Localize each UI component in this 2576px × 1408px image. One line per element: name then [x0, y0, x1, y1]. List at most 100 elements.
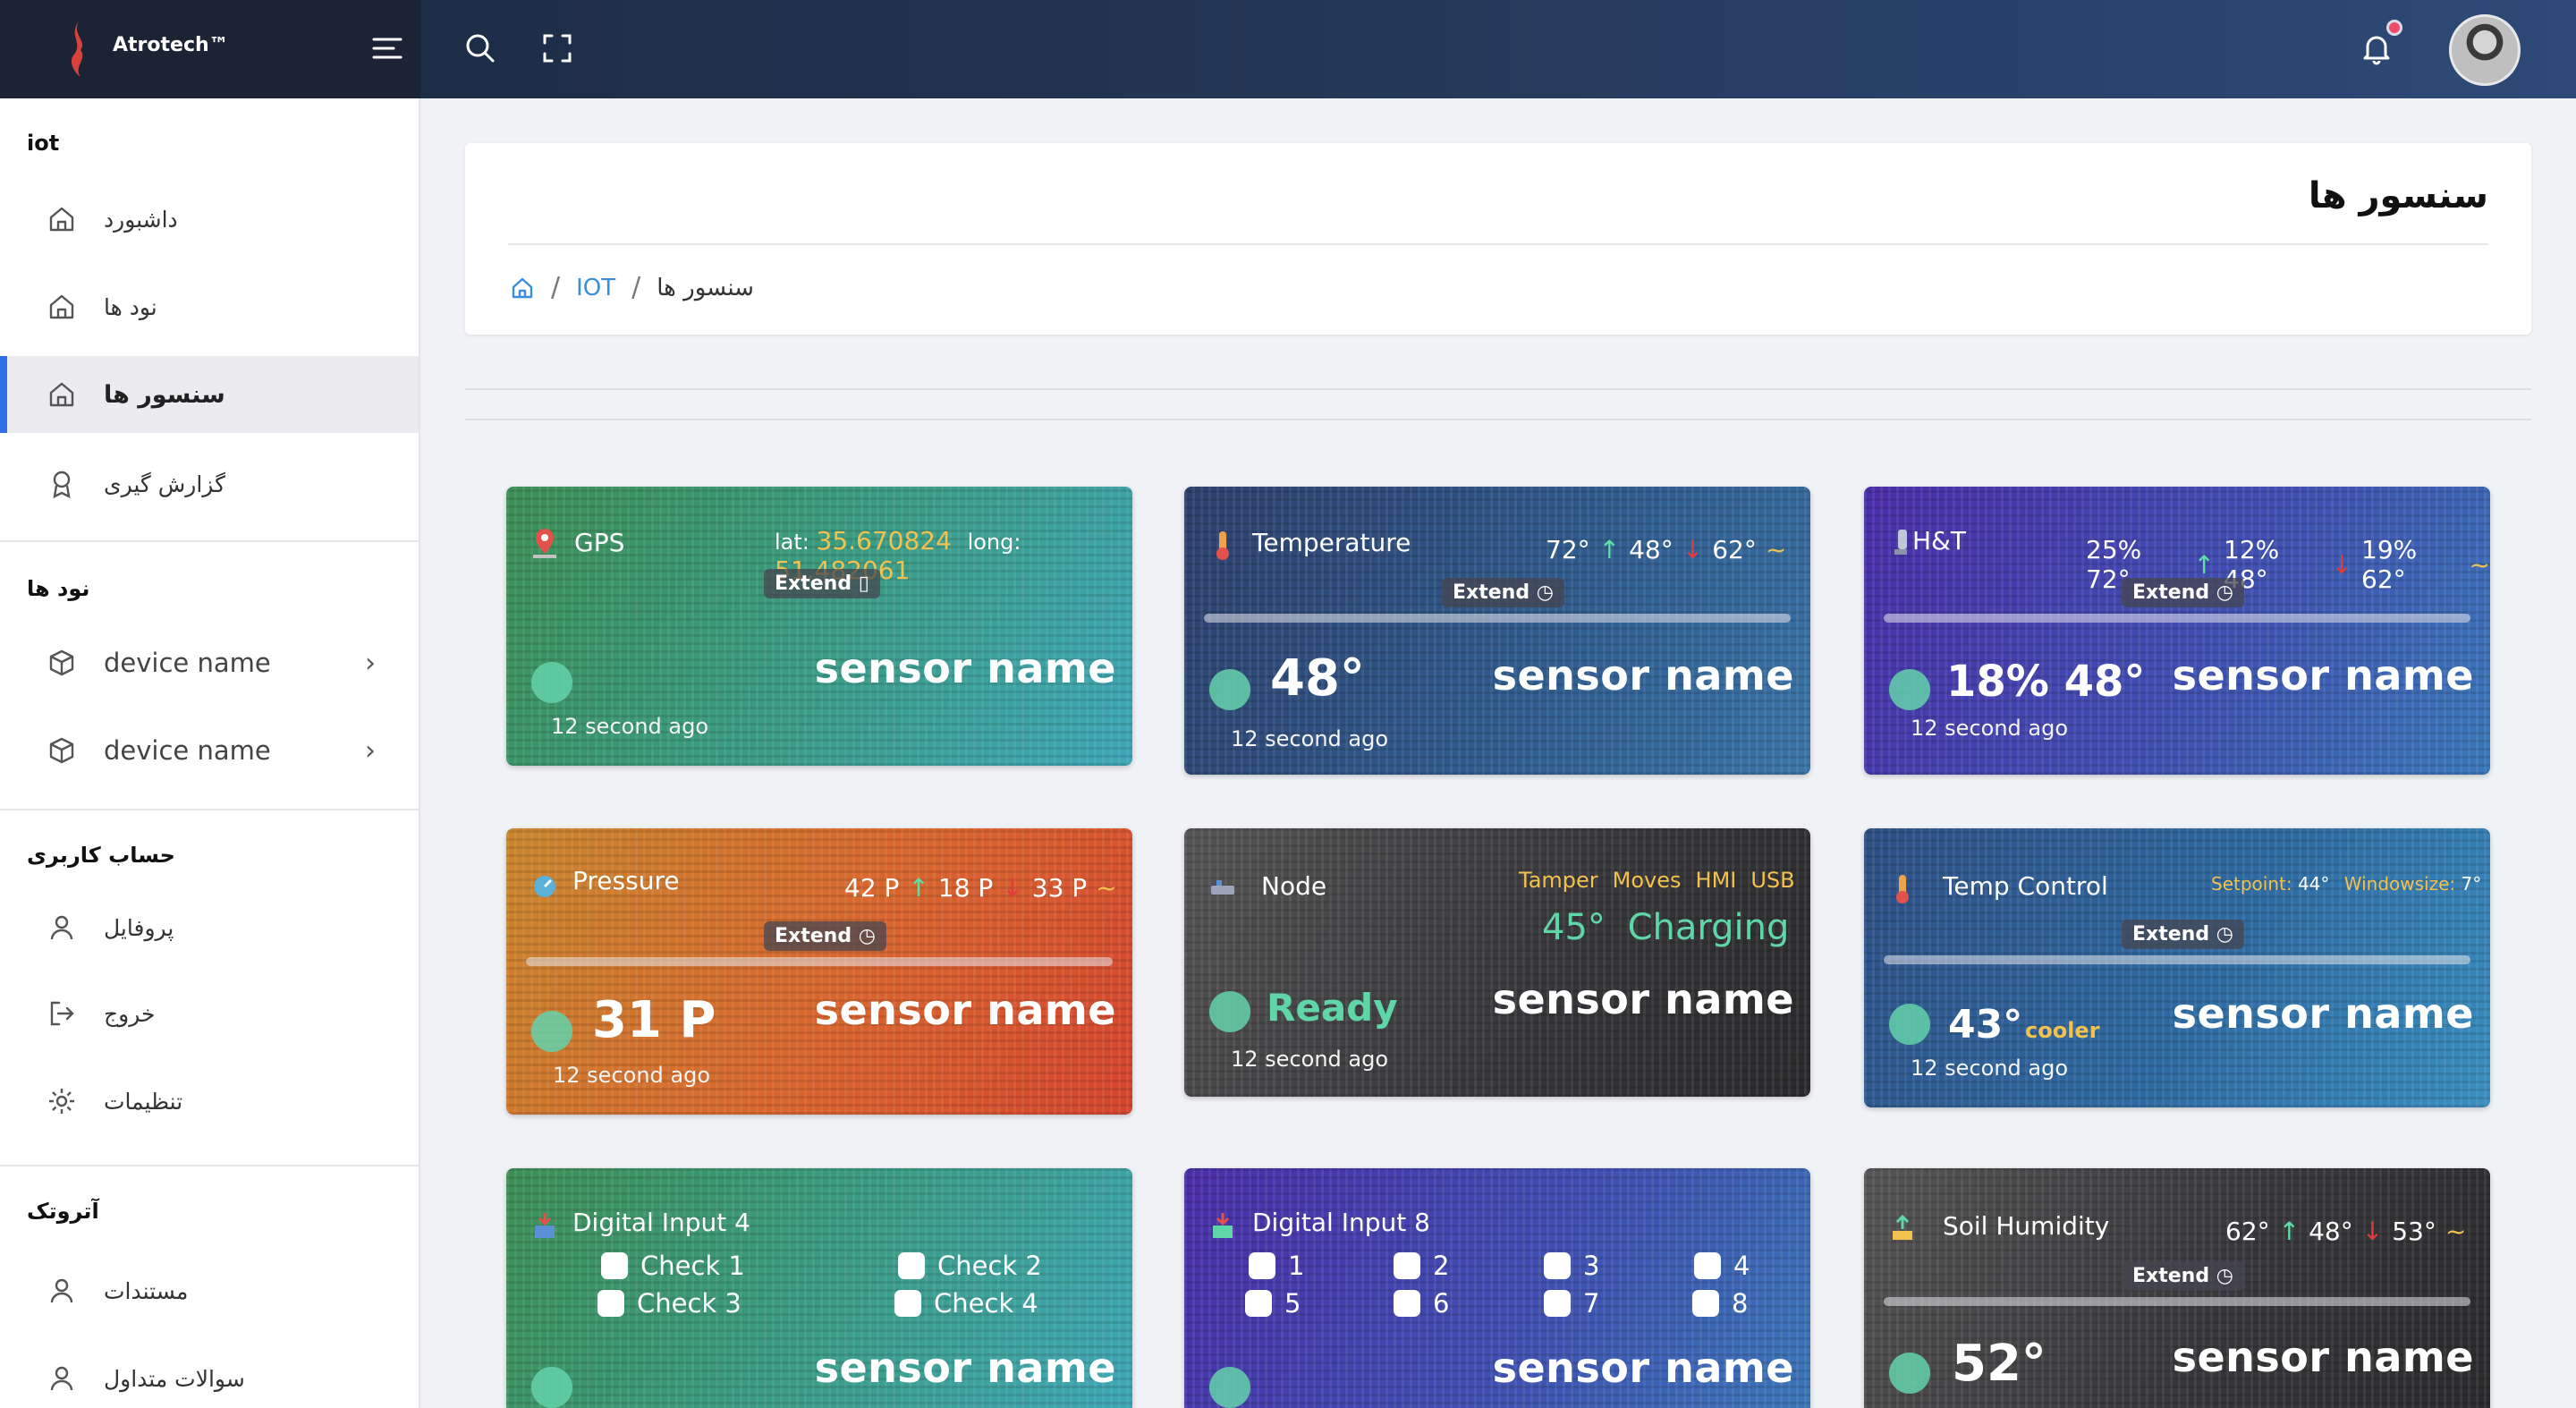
user-icon: [47, 912, 77, 943]
checkbox-2[interactable]: 2: [1394, 1251, 1449, 1281]
arrow-down-icon: ↓: [1002, 873, 1023, 903]
checkbox-box[interactable]: [1694, 1252, 1721, 1279]
sensor-card-gps[interactable]: GPS lat: 35.670824 long: 51.482061 Exten…: [506, 487, 1132, 766]
card-title: Node: [1261, 871, 1327, 901]
big-value: 43°: [1948, 1002, 2023, 1048]
setpoint-value: 44°: [2297, 873, 2330, 895]
sidebar-item-dashboard[interactable]: داشبورد: [0, 181, 419, 258]
extend-button[interactable]: Extend ◷: [2122, 578, 2244, 607]
checkbox-box[interactable]: [1544, 1252, 1571, 1279]
gear-icon: [47, 1086, 77, 1116]
chevron-right-icon: ›: [365, 647, 376, 679]
node-status: Ready: [1267, 986, 1398, 1030]
lat-value: 35.670824: [816, 526, 952, 556]
checkbox-box[interactable]: [601, 1252, 628, 1279]
checkbox-6[interactable]: 6: [1394, 1288, 1449, 1319]
temp-control-params: Setpoint: 44° Windowsize: 7°: [2211, 873, 2481, 895]
flame-logo-icon: [71, 21, 83, 77]
checkbox-2[interactable]: Check 2: [898, 1251, 1042, 1281]
checkbox-box[interactable]: [898, 1252, 925, 1279]
status-dot: [1889, 1004, 1930, 1045]
status-dot: [1889, 1353, 1930, 1394]
header-divider: [508, 243, 2488, 245]
sidebar-item-settings[interactable]: تنظیمات: [0, 1063, 419, 1140]
checkbox-box[interactable]: [597, 1290, 624, 1317]
sensor-card-soil-humidity[interactable]: Soil Humidity 62° ↑ 48° ↓ 53° ~ Extend ◷…: [1864, 1168, 2490, 1408]
arrow-down-icon: ↓: [2331, 549, 2352, 580]
sidebar-item-faq[interactable]: سوالات متداول: [0, 1340, 419, 1408]
soil-icon: [1885, 1211, 1919, 1245]
sidebar-item-device[interactable]: device name ›: [0, 712, 419, 789]
long-label: long:: [967, 530, 1021, 555]
checkbox-4[interactable]: 4: [1694, 1251, 1750, 1281]
checkbox-3[interactable]: Check 3: [597, 1288, 741, 1319]
checkbox-3[interactable]: 3: [1544, 1251, 1599, 1281]
sidebar-section-iot: iot: [27, 131, 60, 156]
sidebar-item-label: نود ها: [104, 293, 157, 320]
sensor-name: sensor name: [1492, 975, 1794, 1023]
sidebar: iot داشبورد نود ها سنسور ها گزارش گیری ن…: [0, 98, 420, 1408]
sidebar-item-nodes[interactable]: نود ها: [0, 268, 419, 345]
checkbox-1[interactable]: Check 1: [601, 1251, 745, 1281]
extend-button[interactable]: Extend ▯: [764, 569, 880, 598]
sensor-card-temperature[interactable]: Temperature 72° ↑ 48° ↓ 62° ~ Extend ◷ 4…: [1184, 487, 1810, 775]
card-title: Temp Control: [1943, 871, 2108, 901]
user-icon: [47, 1363, 77, 1394]
checkbox-box[interactable]: [1394, 1252, 1420, 1279]
node-temp-charging: 45° Charging: [1542, 907, 1789, 948]
sensor-card-pressure[interactable]: Pressure 42 P ↑ 18 P ↓ 33 P ~ Extend ◷ 3…: [506, 828, 1132, 1115]
sidebar-item-profile[interactable]: پروفایل: [0, 889, 419, 966]
sensor-card-ht[interactable]: H&T 25% 72° ↑ 12% 48° ↓ 19% 62° ~ Extend…: [1864, 487, 2490, 775]
menu-toggle-icon[interactable]: [369, 30, 406, 67]
current-value: 42 P: [844, 873, 900, 903]
bell-icon[interactable]: [2358, 30, 2395, 67]
extend-button[interactable]: Extend ◷: [2122, 1261, 2244, 1291]
gauge-icon: [528, 869, 562, 903]
sidebar-item-device[interactable]: device name ›: [0, 624, 419, 701]
breadcrumb-link-iot[interactable]: IOT: [576, 275, 615, 301]
checkbox-box[interactable]: [1544, 1290, 1571, 1317]
checkbox-box[interactable]: [1692, 1290, 1719, 1317]
range-bar: [1204, 614, 1791, 623]
checkbox-box[interactable]: [1249, 1252, 1275, 1279]
checkbox-box[interactable]: [1245, 1290, 1272, 1317]
sidebar-item-docs[interactable]: مستندات: [0, 1252, 419, 1329]
sensor-card-temp-control[interactable]: Temp Control Setpoint: 44° Windowsize: 7…: [1864, 828, 2490, 1107]
sensor-card-digital-input-4[interactable]: Digital Input 4 Check 1 Check 2 Check 3 …: [506, 1168, 1132, 1408]
checkbox-7[interactable]: 7: [1544, 1288, 1599, 1319]
current-value: 62°: [2225, 1217, 2270, 1246]
brand-area: Atrotech™: [0, 0, 420, 98]
search-icon[interactable]: [462, 30, 499, 67]
big-value: 48°: [1270, 649, 1365, 708]
card-title: Pressure: [572, 866, 680, 895]
breadcrumb-separator: /: [631, 272, 641, 303]
checkbox-8[interactable]: 8: [1692, 1288, 1748, 1319]
breadcrumb: / IOT / سنسور ها: [510, 272, 754, 303]
range-bar: [526, 957, 1113, 966]
extend-button[interactable]: Extend ◷: [2122, 920, 2244, 949]
checkbox-5[interactable]: 5: [1245, 1288, 1301, 1319]
checkbox-1[interactable]: 1: [1249, 1251, 1304, 1281]
charging-status: Charging: [1627, 907, 1790, 948]
sidebar-section-nodes: نود ها: [27, 576, 90, 601]
checkbox-box[interactable]: [1394, 1290, 1420, 1317]
user-avatar[interactable]: [2449, 14, 2521, 86]
sidebar-item-logout[interactable]: خروج: [0, 975, 419, 1052]
big-value: 31 P: [592, 991, 716, 1049]
sidebar-divider: [0, 809, 419, 810]
sensor-card-digital-input-8[interactable]: Digital Input 8 1 2 3 4 5 6 7 8 sensor n…: [1184, 1168, 1810, 1408]
extend-button[interactable]: Extend ◷: [764, 921, 886, 951]
fullscreen-icon[interactable]: [538, 30, 576, 67]
sensor-card-node[interactable]: Node Tamper Moves HMI USB 45° Charging R…: [1184, 828, 1810, 1097]
checkbox-box[interactable]: [894, 1290, 921, 1317]
sidebar-item-sensors[interactable]: سنسور ها: [0, 356, 419, 433]
page-title: سنسور ها: [2308, 175, 2488, 216]
sidebar-item-reports[interactable]: گزارش گیری: [0, 445, 419, 522]
extend-button[interactable]: Extend ◷: [1442, 578, 1564, 607]
home-icon[interactable]: [510, 276, 535, 301]
content-divider: [465, 419, 2531, 420]
checkbox-4[interactable]: Check 4: [894, 1288, 1038, 1319]
soil-stats: 62° ↑ 48° ↓ 53° ~: [2225, 1217, 2466, 1246]
award-icon: [47, 469, 77, 499]
control-mode: cooler: [2025, 1018, 2100, 1043]
